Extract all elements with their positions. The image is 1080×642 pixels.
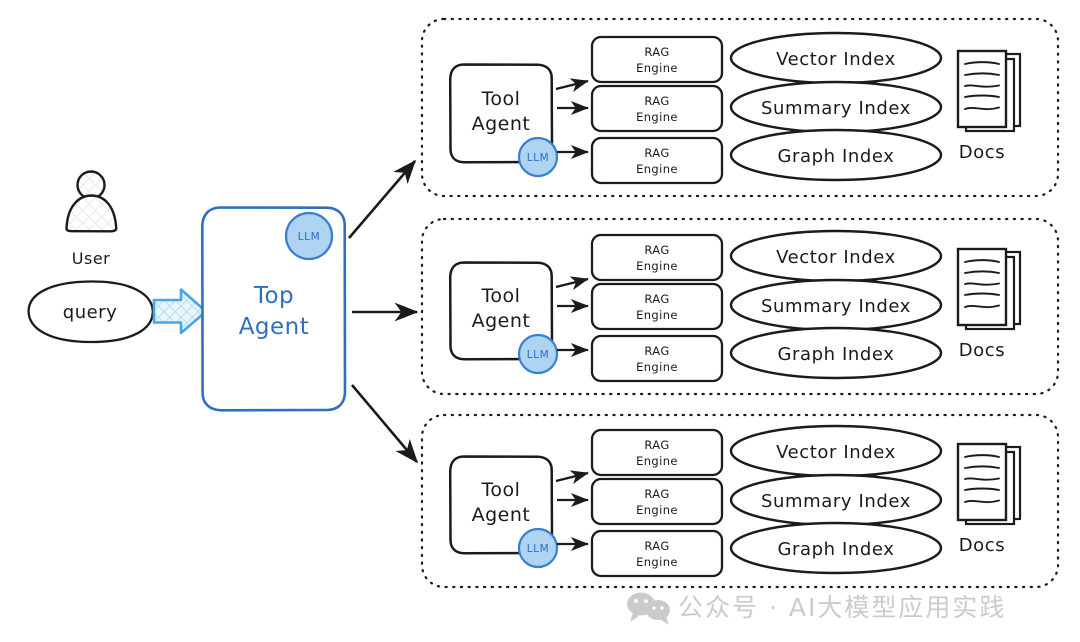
group-3: Tool Agent LLM RAG Engine RAG Engine RAG <box>420 413 1060 589</box>
group-2-tool-agent-label-line2: Agent <box>472 310 531 332</box>
group-2-rag-engine-3-line2: Engine <box>636 360 678 374</box>
group-2-rag-engine-3[interactable]: RAG Engine <box>590 334 724 383</box>
group-2-tool-agent-label-line1: Tool <box>481 285 521 307</box>
group-1-docs-label: Docs <box>959 142 1006 163</box>
group-1-tool-agent-label-line1: Tool <box>481 88 521 110</box>
group-2-tool-agent-llm-label: LLM <box>527 349 550 361</box>
group-2-index-2-label: Summary Index <box>761 296 911 317</box>
group-1-rag-engine-3-line2: Engine <box>636 162 678 176</box>
group-3-docs[interactable]: Docs <box>956 442 1022 556</box>
group-3-rag-engine-3[interactable]: RAG Engine <box>590 529 724 578</box>
top-agent-label-line2: Agent <box>239 314 310 340</box>
group-3-index-3-label: Graph Index <box>777 539 894 560</box>
group-1-index-3-label: Graph Index <box>777 146 894 167</box>
group-2-rag-engine-1-line2: Engine <box>636 259 678 273</box>
query-to-top-agent-arrow <box>152 288 208 335</box>
group-2-index-3-label: Graph Index <box>777 344 894 365</box>
top-agent-to-group-3-arrow <box>351 384 419 464</box>
group-3-index-2[interactable]: Summary Index <box>729 473 943 527</box>
group-3-rag-engine-1-line1: RAG <box>644 438 669 452</box>
top-agent-to-group-1-arrow <box>348 159 417 239</box>
group-2-rag-engine-2[interactable]: RAG Engine <box>590 282 724 331</box>
diagram-canvas: User query LLM Top Agent Tool Agent LLM … <box>0 0 1080 642</box>
group-3-connector-1 <box>555 470 589 484</box>
group-3-rag-engine-2-line2: Engine <box>636 503 678 517</box>
group-3-rag-engine-3-line1: RAG <box>644 539 669 553</box>
group-3-index-3[interactable]: Graph Index <box>729 521 943 575</box>
group-1-rag-engine-2[interactable]: RAG Engine <box>590 84 724 133</box>
group-3-rag-engine-1-line2: Engine <box>636 454 678 468</box>
group-1-rag-engine-3[interactable]: RAG Engine <box>590 136 724 185</box>
group-3-rag-engine-1[interactable]: RAG Engine <box>590 428 724 477</box>
group-3-tool-agent-llm-label: LLM <box>527 543 550 555</box>
top-agent-llm-label: LLM <box>298 231 321 243</box>
group-3-rag-engine-2-line1: RAG <box>644 487 669 501</box>
query-label: query <box>63 302 117 323</box>
group-2-rag-engine-1-line1: RAG <box>644 243 669 257</box>
group-3-tool-agent-label-line1: Tool <box>481 479 521 501</box>
group-3-index-1[interactable]: Vector Index <box>729 424 943 478</box>
group-2-rag-engine-3-line1: RAG <box>644 344 669 358</box>
group-3-index-2-label: Summary Index <box>761 491 911 512</box>
group-1-rag-engine-1[interactable]: RAG Engine <box>590 35 724 84</box>
user-label: User <box>72 249 110 268</box>
group-1-rag-engine-2-line1: RAG <box>644 94 669 108</box>
watermark: 公众号 · AI大模型应用实践 <box>627 592 1006 625</box>
query-node[interactable]: query <box>27 280 154 344</box>
branch-arrows <box>348 159 419 464</box>
group-1-connector-1 <box>555 78 589 92</box>
group-2-connector-1 <box>555 276 589 290</box>
person-icon-body <box>65 194 118 233</box>
group-2-index-2[interactable]: Summary Index <box>729 278 943 332</box>
group-2-index-3[interactable]: Graph Index <box>729 326 943 380</box>
top-agent-node[interactable]: LLM Top Agent <box>201 206 347 412</box>
group-1-rag-engine-1-line1: RAG <box>644 45 669 59</box>
group-2-rag-engine-1[interactable]: RAG Engine <box>590 233 724 282</box>
group-1-index-1[interactable]: Vector Index <box>729 31 943 85</box>
group-2-tool-agent[interactable]: Tool Agent LLM <box>448 261 559 375</box>
group-3-tool-agent[interactable]: Tool Agent LLM <box>448 455 559 569</box>
group-1-index-1-label: Vector Index <box>776 49 896 70</box>
group-1-index-2-label: Summary Index <box>761 98 911 119</box>
group-3-rag-engine-2[interactable]: RAG Engine <box>590 477 724 526</box>
group-3-docs-label: Docs <box>959 535 1006 556</box>
watermark-text: 公众号 · AI大模型应用实践 <box>678 593 1006 622</box>
group-1-rag-engine-3-line1: RAG <box>644 146 669 160</box>
group-2-index-1-label: Vector Index <box>776 247 896 268</box>
group-2-docs[interactable]: Docs <box>956 247 1022 361</box>
group-3-rag-engine-3-line2: Engine <box>636 555 678 569</box>
group-2-docs-label: Docs <box>959 340 1006 361</box>
group-1-index-2[interactable]: Summary Index <box>729 80 943 134</box>
wechat-icon <box>627 592 670 625</box>
group-1: Tool Agent LLM RAG Engine RAG Engine RAG… <box>420 17 1060 198</box>
group-1-index-3[interactable]: Graph Index <box>729 128 943 182</box>
group-1-docs[interactable]: Docs <box>956 49 1022 163</box>
group-1-rag-engine-2-line2: Engine <box>636 110 678 124</box>
group-1-tool-agent[interactable]: Tool Agent LLM <box>448 63 559 178</box>
group-3-index-1-label: Vector Index <box>776 442 896 463</box>
group-1-tool-agent-llm-label: LLM <box>527 152 550 164</box>
group-2-rag-engine-2-line1: RAG <box>644 292 669 306</box>
group-2-index-1[interactable]: Vector Index <box>729 229 943 283</box>
diagram-svg: User query LLM Top Agent Tool Agent LLM … <box>27 17 1060 625</box>
group-2: Tool Agent LLM RAG Engine RAG Engine RAG <box>420 217 1060 396</box>
group-1-rag-engine-1-line2: Engine <box>636 61 678 75</box>
user-node: User <box>65 170 118 268</box>
group-1-tool-agent-label-line2: Agent <box>472 113 531 135</box>
top-agent-label-line1: Top <box>253 283 294 309</box>
group-3-tool-agent-label-line2: Agent <box>472 504 531 526</box>
group-2-rag-engine-2-line2: Engine <box>636 308 678 322</box>
